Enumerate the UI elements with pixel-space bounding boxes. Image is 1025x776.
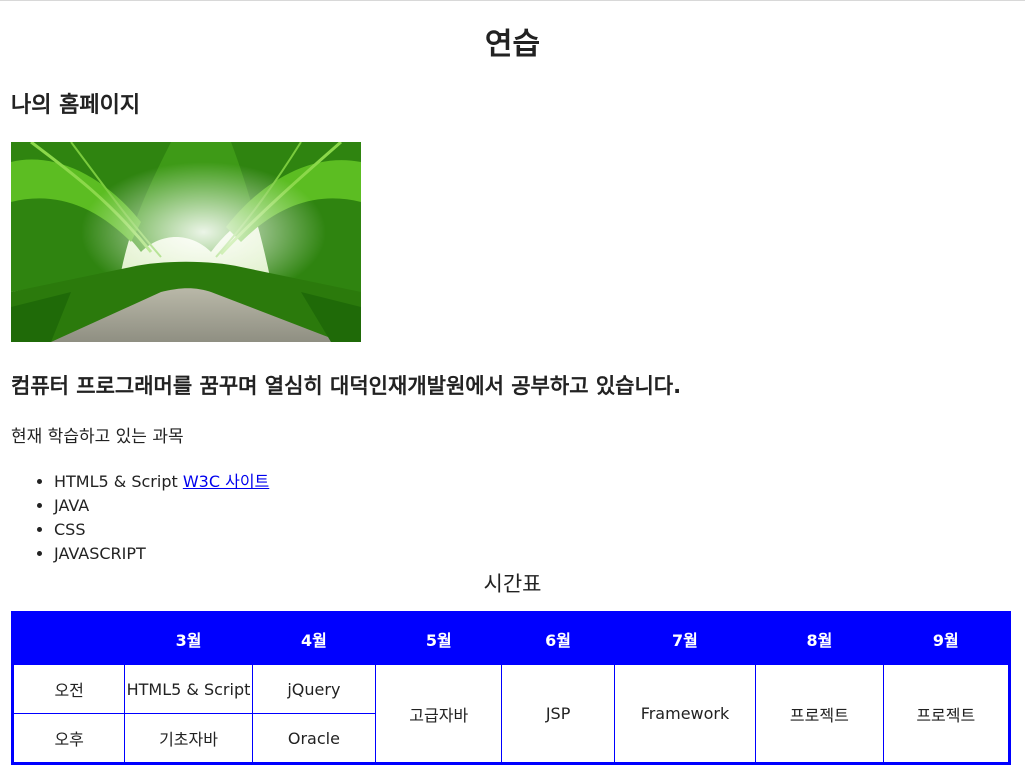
list-item: JAVASCRIPT (54, 542, 269, 566)
schedule-table: 3월 4월 5월 6월 7월 8월 9월 오전 HTML5 & Script j… (11, 611, 1011, 765)
table-cell: JSP (501, 664, 615, 764)
header-cell: 8월 (755, 612, 884, 665)
table-cell: 기초자바 (124, 713, 253, 764)
subjects-label: 현재 학습하고 있는 과목 (11, 427, 184, 447)
bamboo-forest-image (11, 142, 361, 342)
w3c-link[interactable]: W3C 사이트 (183, 472, 269, 491)
table-header-row: 3월 4월 5월 6월 7월 8월 9월 (11, 612, 1011, 665)
header-cell: 3월 (124, 612, 253, 665)
table-caption: 시간표 (483, 572, 542, 596)
table-cell: HTML5 & Script (124, 664, 253, 714)
subject-text: HTML5 & Script (54, 472, 183, 491)
subject-list: HTML5 & Script W3C 사이트 JAVA CSS JAVASCRI… (11, 470, 269, 566)
site-title: 나의 홈페이지 (11, 93, 141, 118)
list-item: HTML5 & Script W3C 사이트 (54, 470, 269, 494)
row-label-morning: 오전 (11, 664, 126, 714)
header-cell: 5월 (375, 612, 503, 665)
header-cell: 7월 (613, 612, 757, 665)
page-title: 연습 (484, 27, 541, 62)
table-cell: 고급자바 (375, 664, 503, 764)
header-cell (11, 612, 126, 665)
table-cell: jQuery (251, 664, 377, 714)
intro-heading: 컴퓨터 프로그래머를 꿈꾸며 열심히 대덕인재개발원에서 공부하고 있습니다. (11, 374, 682, 398)
header-cell: 4월 (251, 612, 377, 665)
row-label-afternoon: 오후 (11, 713, 126, 764)
header-cell: 6월 (501, 612, 615, 665)
table-cell: Oracle (251, 713, 377, 764)
table-cell: Framework (613, 664, 757, 764)
table-row: 오전 HTML5 & Script jQuery 고급자바 JSP Framew… (11, 664, 1011, 764)
list-item: CSS (54, 518, 269, 542)
table-cell: 프로젝트 (755, 664, 884, 764)
header-cell: 9월 (882, 612, 1011, 665)
table-cell: 프로젝트 (882, 664, 1011, 764)
list-item: JAVA (54, 494, 269, 518)
